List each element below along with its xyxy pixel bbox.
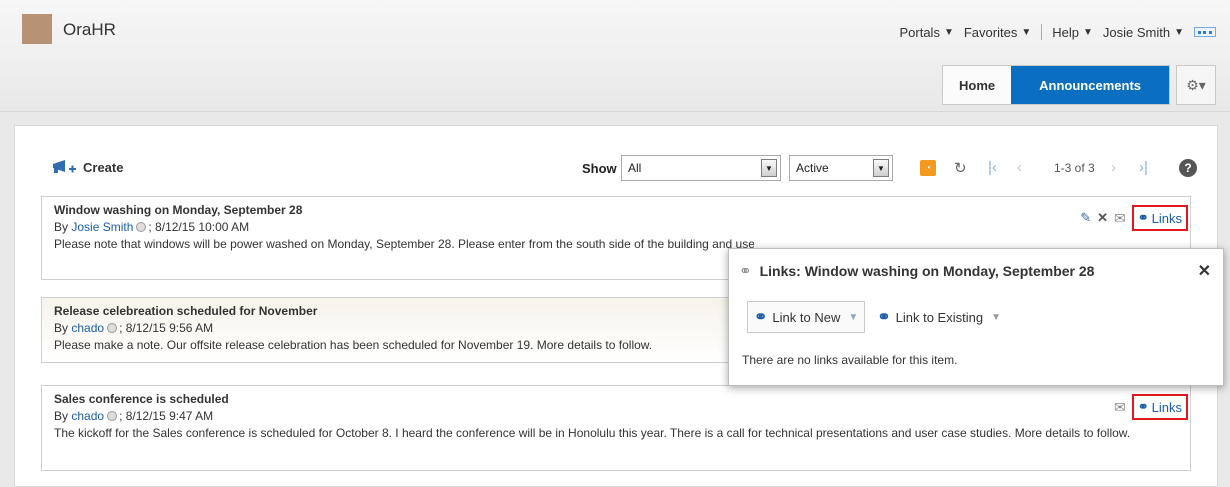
show-filter-value: All <box>628 161 642 175</box>
dropdown-arrow-icon: ▼ <box>1021 26 1032 38</box>
next-page-icon[interactable]: › <box>1111 159 1116 176</box>
link-icon: ⚭ <box>739 263 752 280</box>
presence-icon <box>136 222 147 232</box>
first-page-icon[interactable]: |‹ <box>988 159 997 176</box>
dropdown-arrow-icon: ▼ <box>848 311 859 323</box>
popup-header: ⚭ Links: Window washing on Monday, Septe… <box>739 261 1213 281</box>
gear-icon: ⚙▾ <box>1186 76 1206 93</box>
dropdown-arrow-icon: ▼ <box>943 26 954 38</box>
mail-icon[interactable]: ✉ <box>1114 399 1126 416</box>
portals-label: Portals <box>899 24 940 40</box>
presence-icon <box>107 323 118 333</box>
link-to-new-label: Link to New <box>772 309 841 325</box>
rss-icon[interactable]: ◔ <box>920 160 936 176</box>
announcements-toolbar: Create Show All ▼ Active ▼ ◔ ↻ |‹ ‹ 1-3 … <box>51 153 1203 183</box>
app-name: OraHR <box>63 20 116 39</box>
announcement-body: Please note that windows will be power w… <box>54 237 754 251</box>
announcement-actions: ✉ ⚭ Links <box>1114 394 1188 420</box>
announcement-date: ; 8/12/15 9:47 AM <box>119 409 214 423</box>
link-to-existing-label: Link to Existing <box>895 309 984 325</box>
announcement-byline: By chado ; 8/12/15 9:47 AM <box>54 409 1178 423</box>
tab-announcements[interactable]: Announcements <box>1011 66 1169 104</box>
link-to-new-button[interactable]: ⚭ Link to New ▼ <box>747 301 866 333</box>
empty-links-message: There are no links available for this it… <box>742 353 958 367</box>
announcement-date: ; 8/12/15 10:00 AM <box>148 220 250 234</box>
close-icon[interactable]: ✕ <box>1198 261 1211 281</box>
portals-menu[interactable]: Portals ▼ <box>899 25 953 40</box>
announcement-title[interactable]: Sales conference is scheduled <box>54 392 1178 406</box>
global-nav: Portals ▼ Favorites ▼ Help ▼ Josie Smith… <box>899 24 1216 40</box>
delete-icon[interactable]: ✕ <box>1097 210 1108 226</box>
announcement-date: ; 8/12/15 9:56 AM <box>119 321 214 335</box>
announcement-byline: By Josie Smith ; 8/12/15 10:00 AM <box>54 220 1178 234</box>
announcement-title[interactable]: Window washing on Monday, September 28 <box>54 203 1178 217</box>
dropdown-arrow-icon: ▼ <box>1082 26 1093 38</box>
previous-page-icon[interactable]: ‹ <box>1017 159 1022 176</box>
edit-icon[interactable]: ✎ <box>1080 210 1091 226</box>
links-button[interactable]: ⚭ Links <box>1131 205 1188 231</box>
announcement-item: Sales conference is scheduled By chado ; … <box>41 385 1191 471</box>
help-icon[interactable]: ? <box>1179 159 1197 177</box>
last-page-icon[interactable]: ›| <box>1139 159 1148 176</box>
user-name: Josie Smith <box>1102 24 1171 40</box>
tab-bar: Home Announcements ⚙▾ <box>942 65 1216 105</box>
favorites-menu[interactable]: Favorites ▼ <box>964 25 1031 40</box>
help-label: Help <box>1052 24 1079 40</box>
show-filter-select[interactable]: All ▼ <box>621 155 781 181</box>
tab-group: Home Announcements <box>942 65 1170 105</box>
link-icon: ⚭ <box>1137 399 1149 414</box>
more-options-icon[interactable] <box>1194 27 1216 37</box>
presence-icon <box>107 411 118 421</box>
header: OraHR Portals ▼ Favorites ▼ Help ▼ Josie… <box>0 0 1230 112</box>
settings-button[interactable]: ⚙▾ <box>1176 65 1216 105</box>
mail-icon[interactable]: ✉ <box>1114 210 1126 227</box>
pager-text: 1-3 of 3 <box>1054 161 1095 175</box>
link-icon: ⚭ <box>1137 210 1149 225</box>
author-link[interactable]: chado <box>71 321 104 335</box>
link-to-existing-button[interactable]: ⚭ Link to Existing ▼ <box>871 301 1007 333</box>
favorites-label: Favorites <box>963 24 1018 40</box>
create-label: Create <box>83 159 124 175</box>
show-label: Show <box>582 161 617 176</box>
popup-title: Links: Window washing on Monday, Septemb… <box>759 263 1095 279</box>
links-label: Links <box>1151 399 1182 415</box>
author-link[interactable]: Josie Smith <box>71 220 133 234</box>
links-label: Links <box>1151 210 1182 226</box>
byline-prefix: By <box>54 321 69 335</box>
divider <box>1041 24 1043 40</box>
create-button[interactable]: Create <box>51 159 123 175</box>
user-menu[interactable]: Josie Smith ▼ <box>1103 25 1184 40</box>
announcement-body: The kickoff for the Sales conference is … <box>54 426 1131 440</box>
byline-prefix: By <box>54 409 69 423</box>
add-link-icon: ⚭ <box>754 309 768 326</box>
status-filter-select[interactable]: Active ▼ <box>789 155 893 181</box>
help-menu[interactable]: Help ▼ <box>1052 25 1093 40</box>
status-filter-value: Active <box>796 161 829 175</box>
add-link-icon: ⚭ <box>877 309 891 326</box>
app-logo <box>22 14 52 44</box>
dropdown-arrow-icon: ▼ <box>991 311 1001 323</box>
dropdown-arrow-icon: ▼ <box>1174 26 1184 38</box>
links-popup: ⚭ Links: Window washing on Monday, Septe… <box>728 248 1224 386</box>
announcement-actions: ✎ ✕ ✉ ⚭ Links <box>1080 205 1188 231</box>
select-caret-icon: ▼ <box>761 159 777 177</box>
byline-prefix: By <box>54 220 69 234</box>
links-button[interactable]: ⚭ Links <box>1131 394 1188 420</box>
announcement-body: Please make a note. Our offsite release … <box>54 338 653 352</box>
megaphone-icon <box>53 160 76 173</box>
popup-actions: ⚭ Link to New ▼ ⚭ Link to Existing ▼ <box>747 301 1007 333</box>
tab-home[interactable]: Home <box>943 66 1012 104</box>
select-caret-icon: ▼ <box>873 159 889 177</box>
refresh-icon[interactable]: ↻ <box>954 159 967 177</box>
author-link[interactable]: chado <box>71 409 104 423</box>
